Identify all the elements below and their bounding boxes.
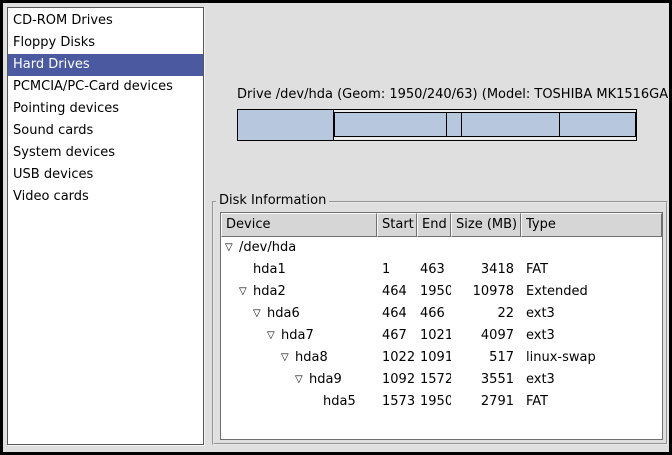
expander-icon[interactable]: ▽: [295, 369, 309, 391]
size-value: [451, 237, 521, 259]
end-value: [417, 237, 451, 259]
table-row-dev-hda[interactable]: ▽/dev/hda: [221, 237, 662, 259]
partition-segment-hda2-extended: [334, 112, 636, 137]
column-header-end[interactable]: End: [417, 213, 451, 237]
table-row-hda5[interactable]: hda5 1573 1950 2791 FAT: [221, 391, 662, 413]
size-value: 3418: [451, 259, 521, 281]
sidebar-item-cdrom-drives[interactable]: CD-ROM Drives: [8, 10, 203, 32]
sidebar-item-pointing-devices[interactable]: Pointing devices: [8, 98, 203, 120]
device-label: /dev/hda: [239, 237, 296, 259]
column-header-device[interactable]: Device: [221, 213, 377, 237]
start-value: 464: [377, 281, 417, 303]
expander-icon[interactable]: ▽: [267, 325, 281, 347]
sidebar-item-video-cards[interactable]: Video cards: [8, 186, 203, 208]
end-value: 466: [417, 303, 451, 325]
device-label: hda1: [253, 259, 286, 281]
expander-icon[interactable]: ▽: [225, 237, 239, 259]
partition-layout-bar: [237, 109, 637, 141]
expander-icon[interactable]: ▽: [281, 347, 295, 369]
partition-segment-hda7: [335, 113, 446, 136]
hardware-browser-window: { "sidebar": { "items": [ {"label": "CD-…: [0, 0, 672, 455]
end-value: 463: [417, 259, 451, 281]
size-value: 517: [451, 347, 521, 369]
type-value: FAT: [521, 391, 662, 413]
column-header-start[interactable]: Start: [377, 213, 417, 237]
sidebar-item-floppy-disks[interactable]: Floppy Disks: [8, 32, 203, 54]
type-value: ext3: [521, 303, 662, 325]
device-label: hda7: [281, 325, 314, 347]
end-value: 1950: [417, 391, 451, 413]
table-row-hda7[interactable]: ▽hda7 467 1021 4097 ext3: [221, 325, 662, 347]
column-header-size[interactable]: Size (MB): [451, 213, 521, 237]
expander-icon[interactable]: ▽: [253, 303, 267, 325]
start-value: 1: [377, 259, 417, 281]
partition-segment-hda1: [238, 110, 334, 140]
start-value: 464: [377, 303, 417, 325]
size-value: 2791: [451, 391, 521, 413]
size-value: 10978: [451, 281, 521, 303]
type-value: linux-swap: [521, 347, 662, 369]
partition-segment-hda8: [446, 113, 461, 136]
sidebar-item-usb-devices[interactable]: USB devices: [8, 164, 203, 186]
start-value: 1092: [377, 369, 417, 391]
sidebar-item-hard-drives[interactable]: Hard Drives: [8, 54, 203, 76]
table-row-hda2[interactable]: ▽hda2 464 1950 10978 Extended: [221, 281, 662, 303]
expander-icon[interactable]: ▽: [239, 281, 253, 303]
end-value: 1950: [417, 281, 451, 303]
start-value: [377, 237, 417, 259]
drive-title: Drive /dev/hda (Geom: 1950/240/63) (Mode…: [237, 87, 657, 102]
end-value: 1091: [417, 347, 451, 369]
table-row-hda8[interactable]: ▽hda8 1022 1091 517 linux-swap: [221, 347, 662, 369]
table-row-hda1[interactable]: hda1 1 463 3418 FAT: [221, 259, 662, 281]
end-value: 1572: [417, 369, 451, 391]
type-value: Extended: [521, 281, 662, 303]
partition-segment-hda9: [461, 113, 559, 136]
sidebar-item-pcmcia-devices[interactable]: PCMCIA/PC-Card devices: [8, 76, 203, 98]
column-header-type[interactable]: Type: [521, 213, 662, 237]
type-value: [521, 237, 662, 259]
type-value: ext3: [521, 325, 662, 347]
end-value: 1021: [417, 325, 451, 347]
device-label: hda6: [267, 303, 300, 325]
table-row-hda6[interactable]: ▽hda6 464 466 22 ext3: [221, 303, 662, 325]
type-value: ext3: [521, 369, 662, 391]
device-label: hda8: [295, 347, 328, 369]
start-value: 467: [377, 325, 417, 347]
size-value: 3551: [451, 369, 521, 391]
start-value: 1573: [377, 391, 417, 413]
partition-segment-hda5: [559, 113, 635, 136]
size-value: 22: [451, 303, 521, 325]
type-value: FAT: [521, 259, 662, 281]
device-label: hda2: [253, 281, 286, 303]
table-header-row: Device Start End Size (MB) Type: [221, 213, 662, 237]
device-label: hda5: [323, 391, 356, 413]
sidebar-item-system-devices[interactable]: System devices: [8, 142, 203, 164]
device-label: hda9: [309, 369, 342, 391]
partition-table: Device Start End Size (MB) Type ▽/dev/hd…: [220, 212, 663, 440]
disk-information-label: Disk Information: [216, 193, 329, 208]
size-value: 4097: [451, 325, 521, 347]
table-row-hda9[interactable]: ▽hda9 1092 1572 3551 ext3: [221, 369, 662, 391]
start-value: 1022: [377, 347, 417, 369]
sidebar-item-sound-cards[interactable]: Sound cards: [8, 120, 203, 142]
device-category-list: CD-ROM Drives Floppy Disks Hard Drives P…: [7, 7, 204, 445]
